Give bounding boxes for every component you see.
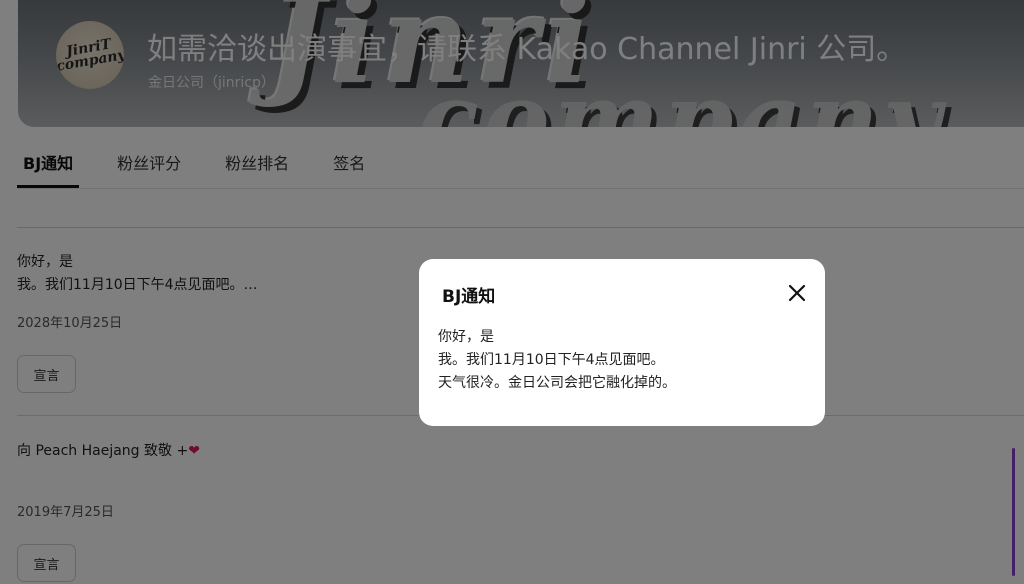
modal-body-line: 你好，是 [438, 329, 494, 345]
modal-title: BJ通知 [442, 287, 496, 307]
modal-body-line: 天气很冷。金日公司会把它融化掉的。 [438, 375, 676, 391]
close-icon[interactable] [785, 281, 809, 305]
modal-body: 你好，是 我。我们11月10日下午4点见面吧。 天气很冷。金日公司会把它融化掉的… [438, 326, 676, 395]
notice-modal: BJ通知 你好，是 我。我们11月10日下午4点见面吧。 天气很冷。金日公司会把… [419, 259, 825, 426]
modal-body-line: 我。我们11月10日下午4点见面吧。 [438, 352, 665, 368]
